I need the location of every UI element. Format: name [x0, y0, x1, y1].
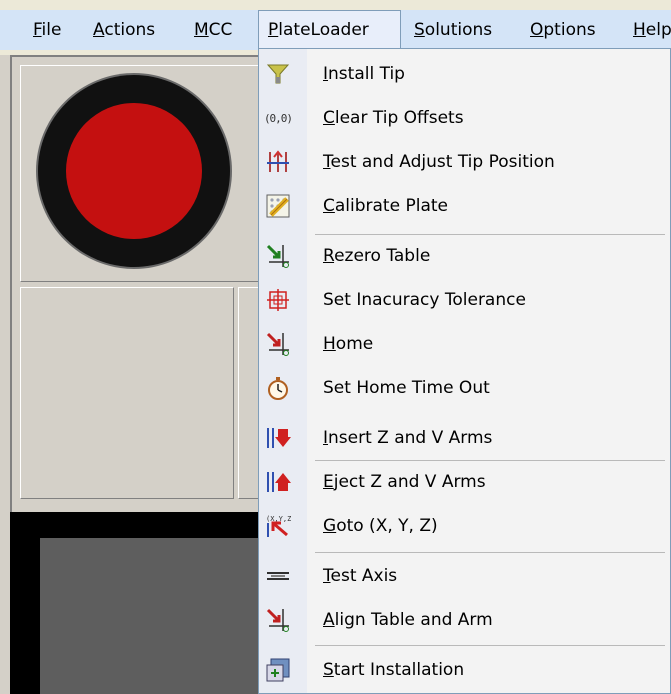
menu-item-goto-xyz[interactable]: (X,Y,Z) Goto (X, Y, Z)	[259, 505, 671, 547]
menu-item-label: Test Axis	[323, 566, 398, 586]
menu-item-label: Calibrate Plate	[323, 196, 448, 216]
menu-accel: F	[33, 20, 42, 40]
menu-item-label: Eject Z and V Arms	[323, 472, 486, 492]
menu-item-label: Test and Adjust Tip Position	[323, 152, 555, 172]
menu-item-label: Start Installation	[323, 660, 465, 680]
left-subpanel	[20, 287, 234, 499]
eject-arms-icon	[263, 467, 293, 497]
calibrate-icon	[263, 191, 293, 221]
test-axis-icon	[263, 561, 293, 591]
menu-item-test-axis[interactable]: Test Axis	[259, 555, 671, 597]
menu-item-label: Align Table and Arm	[323, 610, 493, 630]
status-lamp-core	[66, 103, 202, 239]
menu-item-label: Home	[323, 334, 374, 354]
menu-help[interactable]: Help	[624, 10, 671, 50]
menu-item-eject-arms[interactable]: Eject Z and V Arms	[259, 461, 671, 503]
align-arrow-icon	[263, 605, 293, 635]
menu-plateloader[interactable]: PlateLoader	[258, 10, 401, 50]
menu-item-clear-tip-offsets[interactable]: (0,0) Clear Tip Offsets	[259, 97, 671, 139]
offsets-icon: (0,0)	[263, 103, 293, 133]
menu-separator	[315, 645, 665, 646]
menu-actions[interactable]: Actions	[84, 10, 164, 50]
crosshair-icon	[263, 285, 293, 315]
rezero-arrow-icon	[263, 241, 293, 271]
menu-bar: File Actions MCC PlateLoader Solutions O…	[0, 0, 671, 55]
menu-item-label: Install Tip	[323, 64, 405, 84]
menu-item-align-table-arm[interactable]: Align Table and Arm	[259, 599, 671, 641]
menu-item-set-home-timeout[interactable]: Set Home Time Out	[259, 367, 671, 409]
menu-item-test-adjust-tip[interactable]: Test and Adjust Tip Position	[259, 141, 671, 183]
menu-accel: A	[93, 20, 105, 40]
installation-icon	[263, 655, 293, 685]
menu-item-label: Clear Tip Offsets	[323, 108, 464, 128]
menu-separator	[315, 552, 665, 553]
home-arrow-icon	[263, 329, 293, 359]
menu-accel: H	[633, 20, 646, 40]
menu-item-insert-arms[interactable]: Insert Z and V Arms	[259, 417, 671, 459]
menu-accel: P	[268, 20, 279, 40]
menu-options[interactable]: Options	[521, 10, 605, 50]
menu-item-calibrate-plate[interactable]: Calibrate Plate	[259, 185, 671, 227]
adjust-tip-icon	[263, 147, 293, 177]
menu-item-label: Goto (X, Y, Z)	[323, 516, 438, 536]
camera-view	[40, 538, 260, 694]
plateloader-dropdown: Install Tip (0,0) Clear Tip Offsets Test…	[258, 48, 671, 694]
stopwatch-icon	[263, 373, 293, 403]
menu-item-home[interactable]: Home	[259, 323, 671, 365]
status-lamp	[38, 75, 230, 267]
menu-accel: M	[194, 20, 209, 40]
menu-item-label: Rezero Table	[323, 246, 431, 266]
menu-item-install-tip[interactable]: Install Tip	[259, 53, 671, 95]
menu-accel: S	[414, 20, 425, 40]
menu-item-label: Set Inacuracy Tolerance	[323, 290, 526, 310]
funnel-icon	[263, 59, 293, 89]
goto-xyz-icon: (X,Y,Z)	[263, 511, 293, 541]
menu-accel: O	[530, 20, 544, 40]
insert-arms-icon	[263, 423, 293, 453]
offsets-glyph: (0,0)	[263, 111, 293, 125]
menu-mcc[interactable]: MCC	[185, 10, 241, 50]
menu-item-start-installation[interactable]: Start Installation	[259, 649, 671, 691]
menu-item-rezero-table[interactable]: Rezero Table	[259, 235, 671, 277]
menu-file[interactable]: File	[24, 10, 70, 50]
menu-item-label: Insert Z and V Arms	[323, 428, 493, 448]
menu-solutions[interactable]: Solutions	[405, 10, 501, 50]
menu-item-set-inaccuracy-tolerance[interactable]: Set Inacuracy Tolerance	[259, 279, 671, 321]
menu-item-label: Set Home Time Out	[323, 378, 490, 398]
